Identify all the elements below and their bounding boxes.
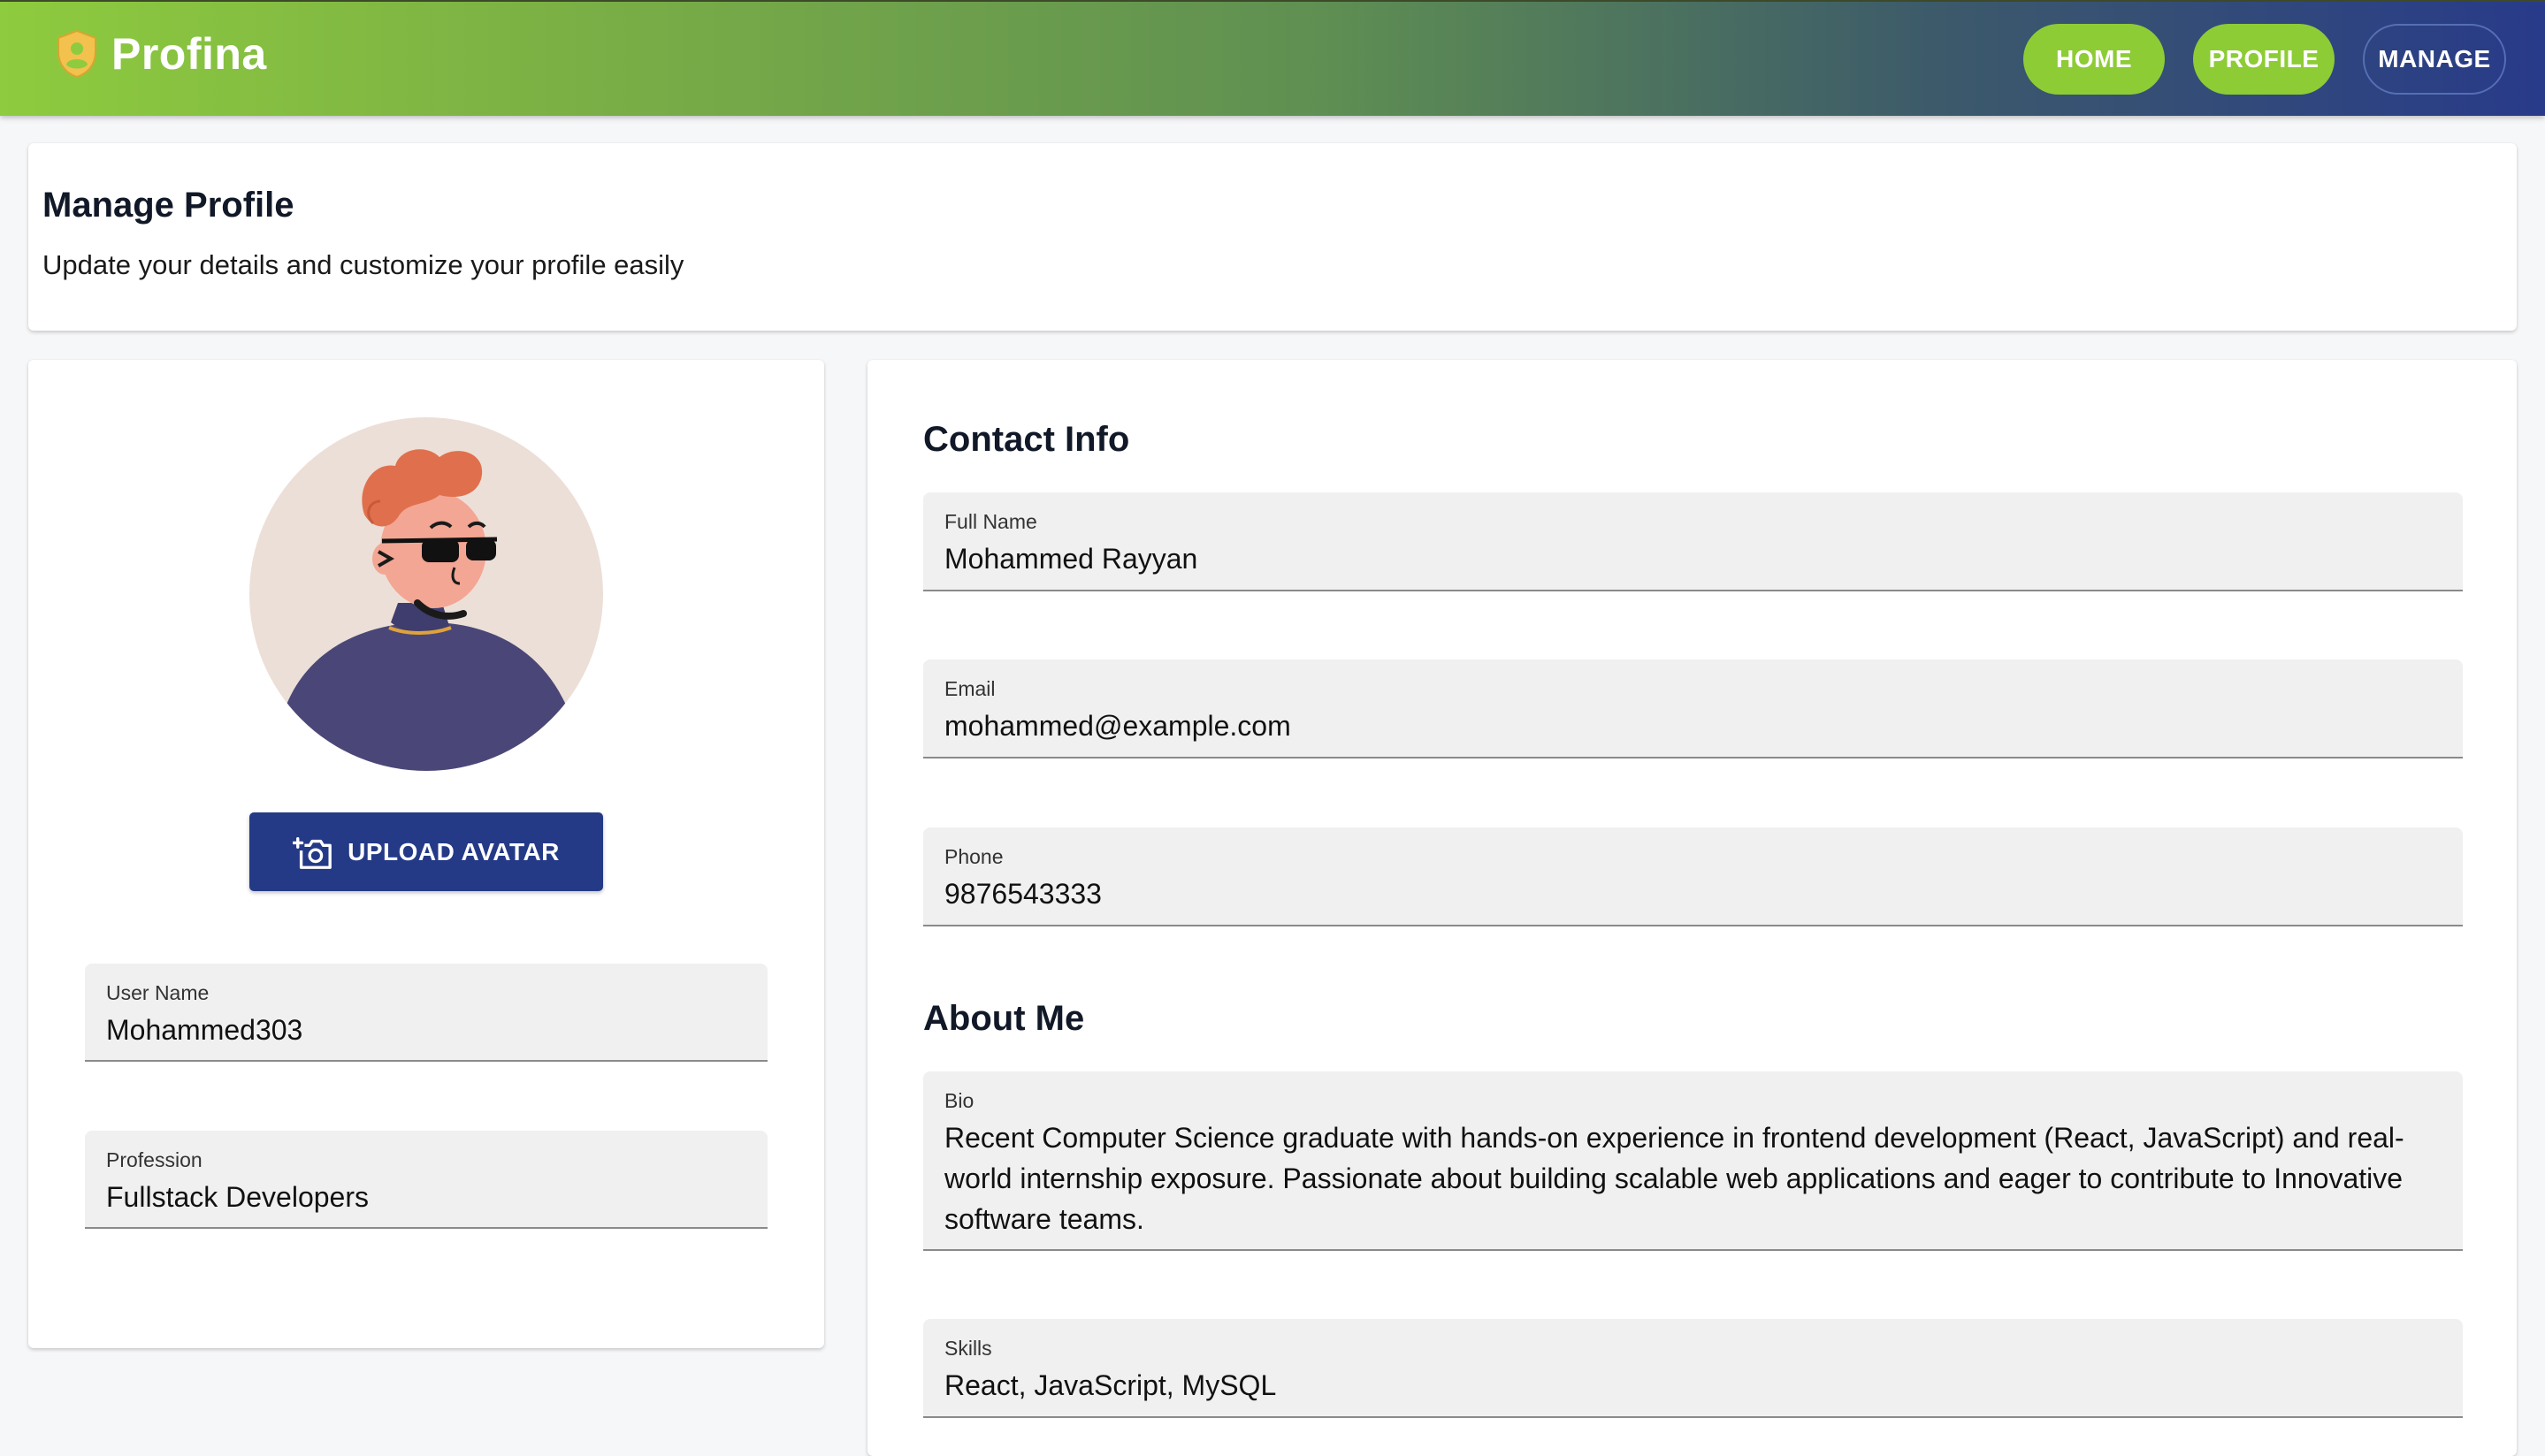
profession-value[interactable]: Fullstack Developers bbox=[106, 1177, 746, 1217]
add-camera-icon bbox=[293, 836, 332, 869]
nav-profile-button[interactable]: PROFILE bbox=[2193, 24, 2335, 95]
brand[interactable]: Profina bbox=[55, 28, 267, 80]
page-title: Manage Profile bbox=[42, 186, 294, 225]
page-subtitle: Update your details and customize your p… bbox=[42, 249, 684, 280]
username-value[interactable]: Mohammed303 bbox=[106, 1010, 746, 1050]
upload-avatar-label: UPLOAD AVATAR bbox=[348, 837, 560, 865]
brand-name: Profina bbox=[111, 29, 267, 79]
email-field[interactable]: Email mohammed@example.com bbox=[923, 659, 2463, 758]
top-navigation-bar: Profina HOME PROFILE MANAGE bbox=[0, 0, 2545, 116]
skills-value[interactable]: React, JavaScript, MySQL bbox=[944, 1365, 2442, 1406]
profession-field[interactable]: Profession Fullstack Developers bbox=[85, 1131, 768, 1229]
upload-avatar-button[interactable]: UPLOAD AVATAR bbox=[249, 812, 603, 891]
username-label: User Name bbox=[106, 981, 210, 1004]
shield-user-icon bbox=[57, 29, 96, 79]
full-name-value[interactable]: Mohammed Rayyan bbox=[944, 538, 2442, 579]
bio-label: Bio bbox=[944, 1089, 974, 1112]
contact-info-heading: Contact Info bbox=[923, 420, 1130, 459]
full-name-label: Full Name bbox=[944, 510, 1037, 533]
bio-field[interactable]: Bio Recent Computer Science graduate wit… bbox=[923, 1071, 2463, 1251]
about-me-heading: About Me bbox=[923, 999, 1085, 1038]
page-header-card bbox=[28, 143, 2517, 331]
email-value[interactable]: mohammed@example.com bbox=[944, 705, 2442, 746]
profession-label: Profession bbox=[106, 1148, 203, 1171]
email-label: Email bbox=[944, 677, 996, 700]
phone-field[interactable]: Phone 9876543333 bbox=[923, 827, 2463, 926]
full-name-field[interactable]: Full Name Mohammed Rayyan bbox=[923, 492, 2463, 591]
phone-value[interactable]: 9876543333 bbox=[944, 873, 2442, 914]
bio-value[interactable]: Recent Computer Science graduate with ha… bbox=[944, 1117, 2442, 1239]
phone-label: Phone bbox=[944, 845, 1004, 868]
avatar bbox=[249, 417, 603, 771]
username-field[interactable]: User Name Mohammed303 bbox=[85, 964, 768, 1062]
main-nav: HOME PROFILE MANAGE bbox=[2023, 24, 2506, 95]
nav-home-button[interactable]: HOME bbox=[2023, 24, 2165, 95]
nav-manage-button[interactable]: MANAGE bbox=[2363, 24, 2506, 95]
skills-label: Skills bbox=[944, 1337, 992, 1360]
skills-field[interactable]: Skills React, JavaScript, MySQL bbox=[923, 1319, 2463, 1418]
avatar-illustration bbox=[249, 417, 603, 771]
